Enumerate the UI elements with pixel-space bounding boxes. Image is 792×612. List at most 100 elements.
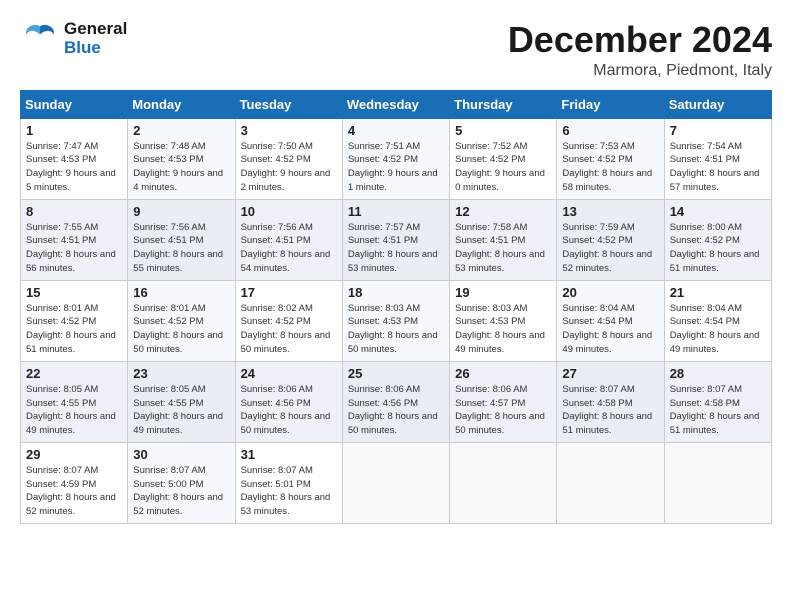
day-number: 7 <box>670 123 766 138</box>
day-info: Sunrise: 8:06 AMSunset: 4:56 PMDaylight:… <box>241 383 337 438</box>
day-number: 11 <box>348 204 444 219</box>
day-info: Sunrise: 8:04 AMSunset: 4:54 PMDaylight:… <box>562 302 658 357</box>
day-info: Sunrise: 7:55 AMSunset: 4:51 PMDaylight:… <box>26 221 122 276</box>
day-info: Sunrise: 7:58 AMSunset: 4:51 PMDaylight:… <box>455 221 551 276</box>
day-info: Sunrise: 8:05 AMSunset: 4:55 PMDaylight:… <box>133 383 229 438</box>
day-info: Sunrise: 8:02 AMSunset: 4:52 PMDaylight:… <box>241 302 337 357</box>
day-number: 8 <box>26 204 122 219</box>
day-info: Sunrise: 8:07 AMSunset: 4:59 PMDaylight:… <box>26 464 122 519</box>
day-info: Sunrise: 7:59 AMSunset: 4:52 PMDaylight:… <box>562 221 658 276</box>
day-number: 14 <box>670 204 766 219</box>
day-info: Sunrise: 7:56 AMSunset: 4:51 PMDaylight:… <box>241 221 337 276</box>
calendar-cell: 19 Sunrise: 8:03 AMSunset: 4:53 PMDayligh… <box>450 280 557 361</box>
calendar-cell: 31Sunrise: 8:07 AMSunset: 5:01 PMDayligh… <box>235 442 342 523</box>
calendar-cell <box>664 442 771 523</box>
weekday-header-saturday: Saturday <box>664 90 771 118</box>
day-number: 22 <box>26 366 122 381</box>
day-number: 24 <box>241 366 337 381</box>
day-info: Sunrise: 8:03 AMSunset: 4:53 PMDaylight:… <box>348 302 444 357</box>
weekday-header-tuesday: Tuesday <box>235 90 342 118</box>
day-info: Sunrise: 7:56 AMSunset: 4:51 PMDaylight:… <box>133 221 229 276</box>
day-number: 10 <box>241 204 337 219</box>
day-number: 21 <box>670 285 766 300</box>
logo-bird-icon <box>20 21 60 56</box>
day-info: Sunrise: 7:52 AMSunset: 4:52 PMDaylight:… <box>455 140 551 195</box>
calendar-cell: 6Sunrise: 7:53 AMSunset: 4:52 PMDaylight… <box>557 118 664 199</box>
calendar-cell: 15Sunrise: 8:01 AMSunset: 4:52 PMDayligh… <box>21 280 128 361</box>
day-number: 28 <box>670 366 766 381</box>
calendar-cell: 4Sunrise: 7:51 AMSunset: 4:52 PMDaylight… <box>342 118 449 199</box>
calendar-cell: 26Sunrise: 8:06 AMSunset: 4:57 PMDayligh… <box>450 361 557 442</box>
header: General Blue December 2024 Marmora, Pied… <box>20 20 772 80</box>
weekday-header-sunday: Sunday <box>21 90 128 118</box>
weekday-header-monday: Monday <box>128 90 235 118</box>
calendar-week-row: 15 Sunrise: 8:01 AMSunset: 4:52 PMDayligh… <box>21 280 772 361</box>
day-number: 17 <box>241 285 337 300</box>
logo-text-blue: Blue <box>64 39 127 58</box>
calendar-cell: 22 Sunrise: 8:05 AMSunset: 4:55 PMDayligh… <box>21 361 128 442</box>
day-info: Sunrise: 8:07 AMSunset: 4:58 PMDaylight:… <box>670 383 766 438</box>
logo-text-general: General <box>64 20 127 39</box>
calendar-cell: 24 Sunrise: 8:06 AMSunset: 4:56 PMDayligh… <box>235 361 342 442</box>
day-number: 15 <box>26 285 122 300</box>
calendar-week-row: 29 Sunrise: 8:07 AMSunset: 4:59 PMDayligh… <box>21 442 772 523</box>
calendar-cell: 27Sunrise: 8:07 AMSunset: 4:58 PMDayligh… <box>557 361 664 442</box>
calendar-cell: 21 Sunrise: 8:04 AMSunset: 4:54 PMDayligh… <box>664 280 771 361</box>
weekday-header-row: SundayMondayTuesdayWednesdayThursdayFrid… <box>21 90 772 118</box>
day-info: Sunrise: 7:50 AMSunset: 4:52 PMDaylight:… <box>241 140 337 195</box>
day-number: 23 <box>133 366 229 381</box>
calendar-cell: 17 Sunrise: 8:02 AMSunset: 4:52 PMDayligh… <box>235 280 342 361</box>
day-number: 12 <box>455 204 551 219</box>
day-number: 4 <box>348 123 444 138</box>
day-info: Sunrise: 7:47 AMSunset: 4:53 PMDaylight:… <box>26 140 122 195</box>
day-number: 30 <box>133 447 229 462</box>
day-info: Sunrise: 8:07 AMSunset: 5:00 PMDaylight:… <box>133 464 229 519</box>
day-number: 1 <box>26 123 122 138</box>
day-number: 6 <box>562 123 658 138</box>
calendar-cell: 18 Sunrise: 8:03 AMSunset: 4:53 PMDayligh… <box>342 280 449 361</box>
weekday-header-friday: Friday <box>557 90 664 118</box>
calendar-cell: 23 Sunrise: 8:05 AMSunset: 4:55 PMDayligh… <box>128 361 235 442</box>
day-info: Sunrise: 8:03 AMSunset: 4:53 PMDaylight:… <box>455 302 551 357</box>
day-number: 19 <box>455 285 551 300</box>
day-number: 3 <box>241 123 337 138</box>
day-number: 26 <box>455 366 551 381</box>
weekday-header-wednesday: Wednesday <box>342 90 449 118</box>
day-info: Sunrise: 7:48 AMSunset: 4:53 PMDaylight:… <box>133 140 229 195</box>
day-number: 9 <box>133 204 229 219</box>
day-info: Sunrise: 7:54 AMSunset: 4:51 PMDaylight:… <box>670 140 766 195</box>
day-number: 13 <box>562 204 658 219</box>
calendar-cell: 28 Sunrise: 8:07 AMSunset: 4:58 PMDayligh… <box>664 361 771 442</box>
calendar-cell: 9 Sunrise: 7:56 AMSunset: 4:51 PMDaylight… <box>128 199 235 280</box>
calendar-cell: 29 Sunrise: 8:07 AMSunset: 4:59 PMDayligh… <box>21 442 128 523</box>
calendar-cell <box>557 442 664 523</box>
calendar-week-row: 1 Sunrise: 7:47 AMSunset: 4:53 PMDaylight… <box>21 118 772 199</box>
day-number: 20 <box>562 285 658 300</box>
calendar-cell: 12 Sunrise: 7:58 AMSunset: 4:51 PMDayligh… <box>450 199 557 280</box>
calendar-cell: 1 Sunrise: 7:47 AMSunset: 4:53 PMDaylight… <box>21 118 128 199</box>
day-info: Sunrise: 8:01 AMSunset: 4:52 PMDaylight:… <box>133 302 229 357</box>
title-area: December 2024 Marmora, Piedmont, Italy <box>508 20 772 80</box>
calendar-cell: 5Sunrise: 7:52 AMSunset: 4:52 PMDaylight… <box>450 118 557 199</box>
calendar-cell: 14Sunrise: 8:00 AMSunset: 4:52 PMDayligh… <box>664 199 771 280</box>
calendar-cell: 2Sunrise: 7:48 AMSunset: 4:53 PMDaylight… <box>128 118 235 199</box>
day-number: 16 <box>133 285 229 300</box>
calendar-cell: 11 Sunrise: 7:57 AMSunset: 4:51 PMDayligh… <box>342 199 449 280</box>
calendar-cell: 25 Sunrise: 8:06 AMSunset: 4:56 PMDayligh… <box>342 361 449 442</box>
day-number: 27 <box>562 366 658 381</box>
day-info: Sunrise: 8:05 AMSunset: 4:55 PMDaylight:… <box>26 383 122 438</box>
day-info: Sunrise: 8:04 AMSunset: 4:54 PMDaylight:… <box>670 302 766 357</box>
logo: General Blue <box>20 20 127 57</box>
day-number: 25 <box>348 366 444 381</box>
location: Marmora, Piedmont, Italy <box>508 62 772 80</box>
calendar-cell <box>450 442 557 523</box>
calendar-cell: 30 Sunrise: 8:07 AMSunset: 5:00 PMDayligh… <box>128 442 235 523</box>
day-number: 18 <box>348 285 444 300</box>
calendar-cell: 3 Sunrise: 7:50 AMSunset: 4:52 PMDaylight… <box>235 118 342 199</box>
day-info: Sunrise: 7:57 AMSunset: 4:51 PMDaylight:… <box>348 221 444 276</box>
calendar-cell: 20 Sunrise: 8:04 AMSunset: 4:54 PMDayligh… <box>557 280 664 361</box>
calendar-cell: 7 Sunrise: 7:54 AMSunset: 4:51 PMDaylight… <box>664 118 771 199</box>
day-number: 29 <box>26 447 122 462</box>
day-number: 31 <box>241 447 337 462</box>
day-info: Sunrise: 8:06 AMSunset: 4:56 PMDaylight:… <box>348 383 444 438</box>
